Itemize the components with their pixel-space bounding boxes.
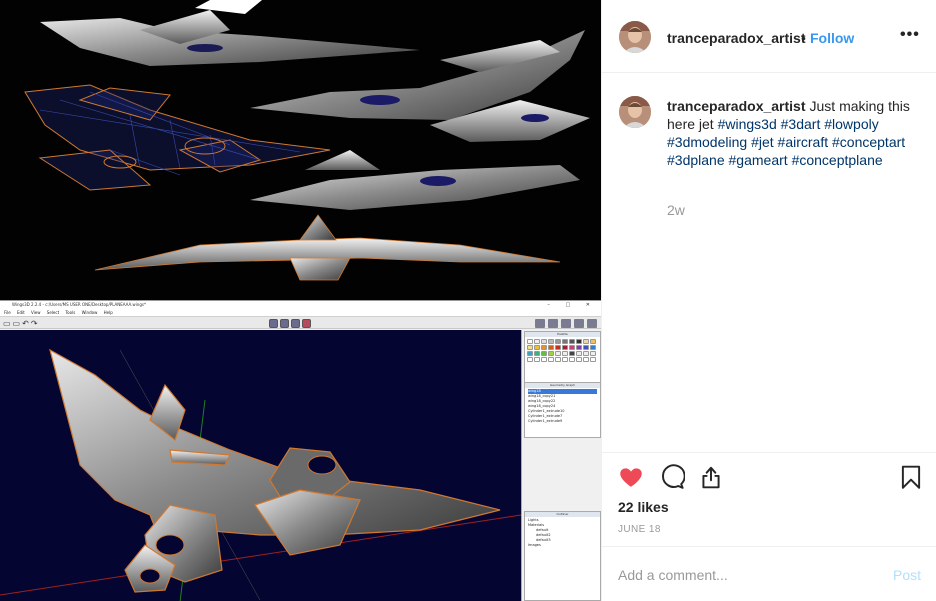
menu-help[interactable]: Help [104, 310, 113, 315]
object-item[interactable]: Cylinder1_extrude9 [528, 419, 597, 424]
post-caption: tranceparadox_artist Just making this her… [667, 97, 922, 169]
share-upload-icon[interactable] [698, 464, 724, 490]
caption-time[interactable]: 2w [667, 202, 685, 218]
avatar[interactable] [619, 96, 651, 128]
workmode-icon[interactable] [548, 319, 558, 328]
selection-mode-buttons[interactable] [269, 319, 311, 328]
comment-input[interactable] [618, 565, 878, 585]
username-link[interactable]: tranceparadox_artist [667, 30, 806, 46]
menu-file[interactable]: File [4, 310, 11, 315]
wings3d-window: Wings3D 2.2.4 - c:/Users/MS USER ONE/Des… [0, 300, 601, 601]
geometry-graph-panel: Geometry Graph wing18 wing18_copy21 wing… [524, 382, 601, 438]
side-panels: Palette Geometry Graph wing18 wing18_cop… [521, 330, 601, 601]
menu-tools[interactable]: Tools [65, 310, 75, 315]
add-comment-section: Post [602, 546, 936, 601]
window-controls[interactable]: – □ ✕ [547, 301, 597, 309]
shade-icon[interactable] [561, 319, 571, 328]
hashtag-link[interactable]: #conceptart [832, 134, 905, 150]
avatar[interactable] [619, 21, 651, 53]
post-comment-button[interactable]: Post [893, 567, 921, 583]
axis-icon[interactable] [587, 319, 597, 328]
more-options-icon[interactable]: ••• [900, 26, 920, 44]
likes-count[interactable]: 22 likes [618, 499, 669, 515]
hashtag-link[interactable]: #conceptplane [792, 152, 883, 168]
action-bar: 22 likes JUNE 18 [602, 452, 936, 546]
menu-edit[interactable]: Edit [17, 310, 25, 315]
hashtag-link[interactable]: #jet [751, 134, 774, 150]
file-toolbar-icons[interactable]: ▭▭↶↷ [3, 319, 40, 328]
post-header: tranceparadox_artist • Follow ••• [602, 0, 936, 73]
menu-window[interactable]: Window [82, 310, 98, 315]
avatar-image [619, 96, 651, 128]
3d-viewport[interactable] [0, 330, 521, 601]
follow-button[interactable]: Follow [810, 30, 854, 46]
app-menubar: File Edit View Select Tools Window Help [0, 309, 601, 316]
palette-panel: Palette [524, 331, 601, 386]
app-toolbar: ▭▭↶↷ [0, 316, 601, 329]
app-title: Wings3D 2.2.4 - c:/Users/MS USER ONE/Des… [12, 302, 146, 307]
render-image [0, 0, 601, 300]
render-mode-buttons[interactable] [535, 319, 597, 328]
hashtag-link[interactable]: #3dart [781, 116, 821, 132]
body-mode-icon[interactable] [302, 319, 311, 328]
post-media[interactable]: Wings3D 2.2.4 - c:/Users/MS USER ONE/Des… [0, 0, 601, 601]
separator-dot: • [801, 30, 806, 46]
object-list: wing18 wing18_copy21 wing18_copy22 wing1… [525, 388, 600, 425]
post-sidebar: tranceparadox_artist • Follow ••• trance… [601, 0, 936, 601]
bookmark-icon[interactable] [898, 464, 924, 490]
outliner-panel: Outliner Lights Materials default defaul… [524, 511, 601, 601]
hashtag-link[interactable]: #aircraft [778, 134, 829, 150]
hashtag-link[interactable]: #lowpoly [824, 116, 878, 132]
hashtag-link[interactable]: #3dmodeling [667, 134, 747, 150]
outliner-list: Lights Materials default default2 defaul… [525, 517, 600, 549]
hashtag-link[interactable]: #wings3d [718, 116, 777, 132]
color-swatches[interactable] [525, 337, 600, 364]
hashtag-link[interactable]: #gameart [729, 152, 788, 168]
grid-icon[interactable] [574, 319, 584, 328]
jet-model-view [0, 348, 521, 601]
app-titlebar: Wings3D 2.2.4 - c:/Users/MS USER ONE/Des… [0, 301, 601, 309]
heart-filled-icon[interactable] [618, 464, 644, 490]
vertex-mode-icon[interactable] [269, 319, 278, 328]
edge-mode-icon[interactable] [280, 319, 289, 328]
menu-select[interactable]: Select [47, 310, 59, 315]
caption-section: tranceparadox_artist Just making this her… [602, 74, 936, 452]
outliner-item[interactable]: Images [528, 543, 597, 548]
gear-icon[interactable] [535, 319, 545, 328]
avatar-image [619, 21, 651, 53]
caption-username[interactable]: tranceparadox_artist [667, 98, 806, 114]
jet-renders [24, 0, 590, 281]
hashtag-link[interactable]: #3dplane [667, 152, 725, 168]
face-mode-icon[interactable] [291, 319, 300, 328]
post-date[interactable]: JUNE 18 [618, 524, 661, 535]
menu-view[interactable]: View [31, 310, 41, 315]
speech-bubble-icon[interactable] [659, 464, 685, 490]
